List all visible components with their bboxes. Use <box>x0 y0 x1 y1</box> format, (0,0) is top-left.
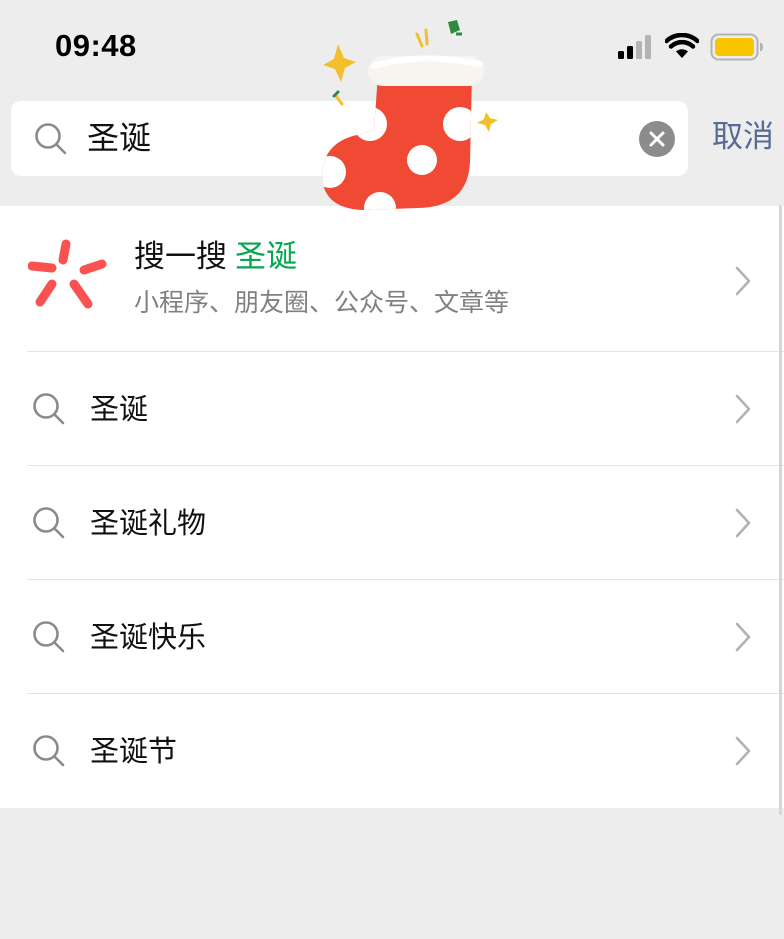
search-icon <box>33 393 65 425</box>
souyisou-prefix: 搜一搜 <box>134 239 227 275</box>
search-bar[interactable]: 圣诞 <box>11 101 688 176</box>
suggestion-label: 圣诞 <box>90 392 149 426</box>
souyisou-keyword: 圣诞 <box>235 239 297 275</box>
clear-button[interactable] <box>639 121 675 157</box>
battery-icon <box>710 33 763 61</box>
suggestion-row[interactable]: 圣诞快乐 <box>0 580 784 694</box>
search-icon <box>33 735 65 767</box>
status-bar: 09:48 <box>0 0 784 92</box>
cancel-button[interactable]: 取消 <box>712 117 774 157</box>
chevron-right-icon <box>735 736 751 766</box>
search-input[interactable]: 圣诞 <box>87 118 151 158</box>
status-time: 09:48 <box>55 28 137 63</box>
souyisou-subtitle: 小程序、朋友圈、公众号、文章等 <box>134 288 510 317</box>
chevron-right-icon <box>735 394 751 424</box>
souyisou-row[interactable]: 搜一搜 圣诞 小程序、朋友圈、公众号、文章等 <box>0 206 784 352</box>
chevron-right-icon <box>735 622 751 652</box>
souyisou-logo-icon <box>28 239 107 309</box>
suggestion-label: 圣诞快乐 <box>90 620 207 654</box>
scrollbar[interactable] <box>779 205 782 815</box>
suggestion-row[interactable]: 圣诞礼物 <box>0 466 784 580</box>
search-icon <box>33 621 65 653</box>
search-icon <box>33 507 65 539</box>
souyisou-title: 搜一搜 圣诞 <box>134 237 297 277</box>
chevron-right-icon <box>735 508 751 538</box>
chevron-right-icon <box>735 266 751 296</box>
suggestion-row[interactable]: 圣诞节 <box>0 694 784 808</box>
cellular-signal-icon <box>618 35 651 59</box>
wifi-icon <box>665 33 699 58</box>
clear-icon <box>649 131 665 147</box>
suggestion-label: 圣诞礼物 <box>90 506 207 540</box>
suggestion-label: 圣诞节 <box>90 734 178 768</box>
suggestion-row[interactable]: 圣诞 <box>0 352 784 466</box>
search-results: 搜一搜 圣诞 小程序、朋友圈、公众号、文章等 圣诞 圣诞礼物 圣诞快乐 圣诞节 <box>0 206 784 808</box>
search-icon <box>35 123 67 155</box>
